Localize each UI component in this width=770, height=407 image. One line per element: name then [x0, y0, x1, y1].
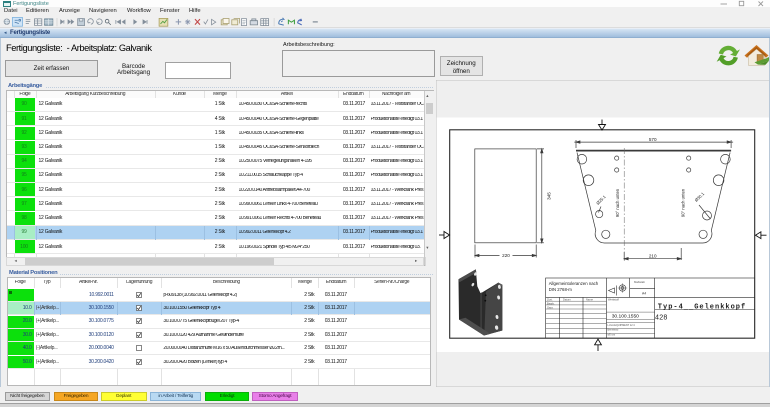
svg-text:570: 570 — [649, 137, 657, 142]
svg-text:90° nach unten: 90° nach unten — [615, 188, 620, 217]
svg-text:A4: A4 — [642, 292, 646, 296]
svg-text:Beneteau: Beneteau — [608, 329, 619, 332]
svg-text:Name: Name — [586, 298, 593, 302]
svg-text:Gepr.: Gepr. — [547, 305, 554, 309]
svg-text:Zust.: Zust. — [547, 298, 553, 302]
svg-text:Bearb.: Bearb. — [547, 301, 555, 305]
svg-text:Allgemeintoleranzen nach: Allgemeintoleranzen nach — [549, 281, 599, 286]
svg-text:345: 345 — [547, 192, 552, 200]
svg-text:30.100.1550: 30.100.1550 — [612, 314, 639, 320]
svg-text:Typ-4__Gelenkkopf: Typ-4__Gelenkkopf — [658, 304, 746, 312]
svg-text:428: 428 — [655, 315, 668, 323]
svg-text:210: 210 — [649, 253, 657, 258]
svg-text:220: 220 — [502, 253, 510, 258]
svg-text:Maßstab: Maßstab — [634, 280, 645, 284]
svg-text:90° nach unten: 90° nach unten — [681, 188, 686, 217]
svg-text:DIN 2768-m: DIN 2768-m — [549, 287, 573, 292]
svg-text:Datum: Datum — [563, 298, 571, 302]
svg-text:w5 xxx: w5 xxx — [608, 334, 616, 337]
svg-text:Werkstoff: Werkstoff — [608, 298, 619, 302]
svg-text:LULA EQUIPMENT 12 4: LULA EQUIPMENT 12 4 — [608, 324, 636, 327]
